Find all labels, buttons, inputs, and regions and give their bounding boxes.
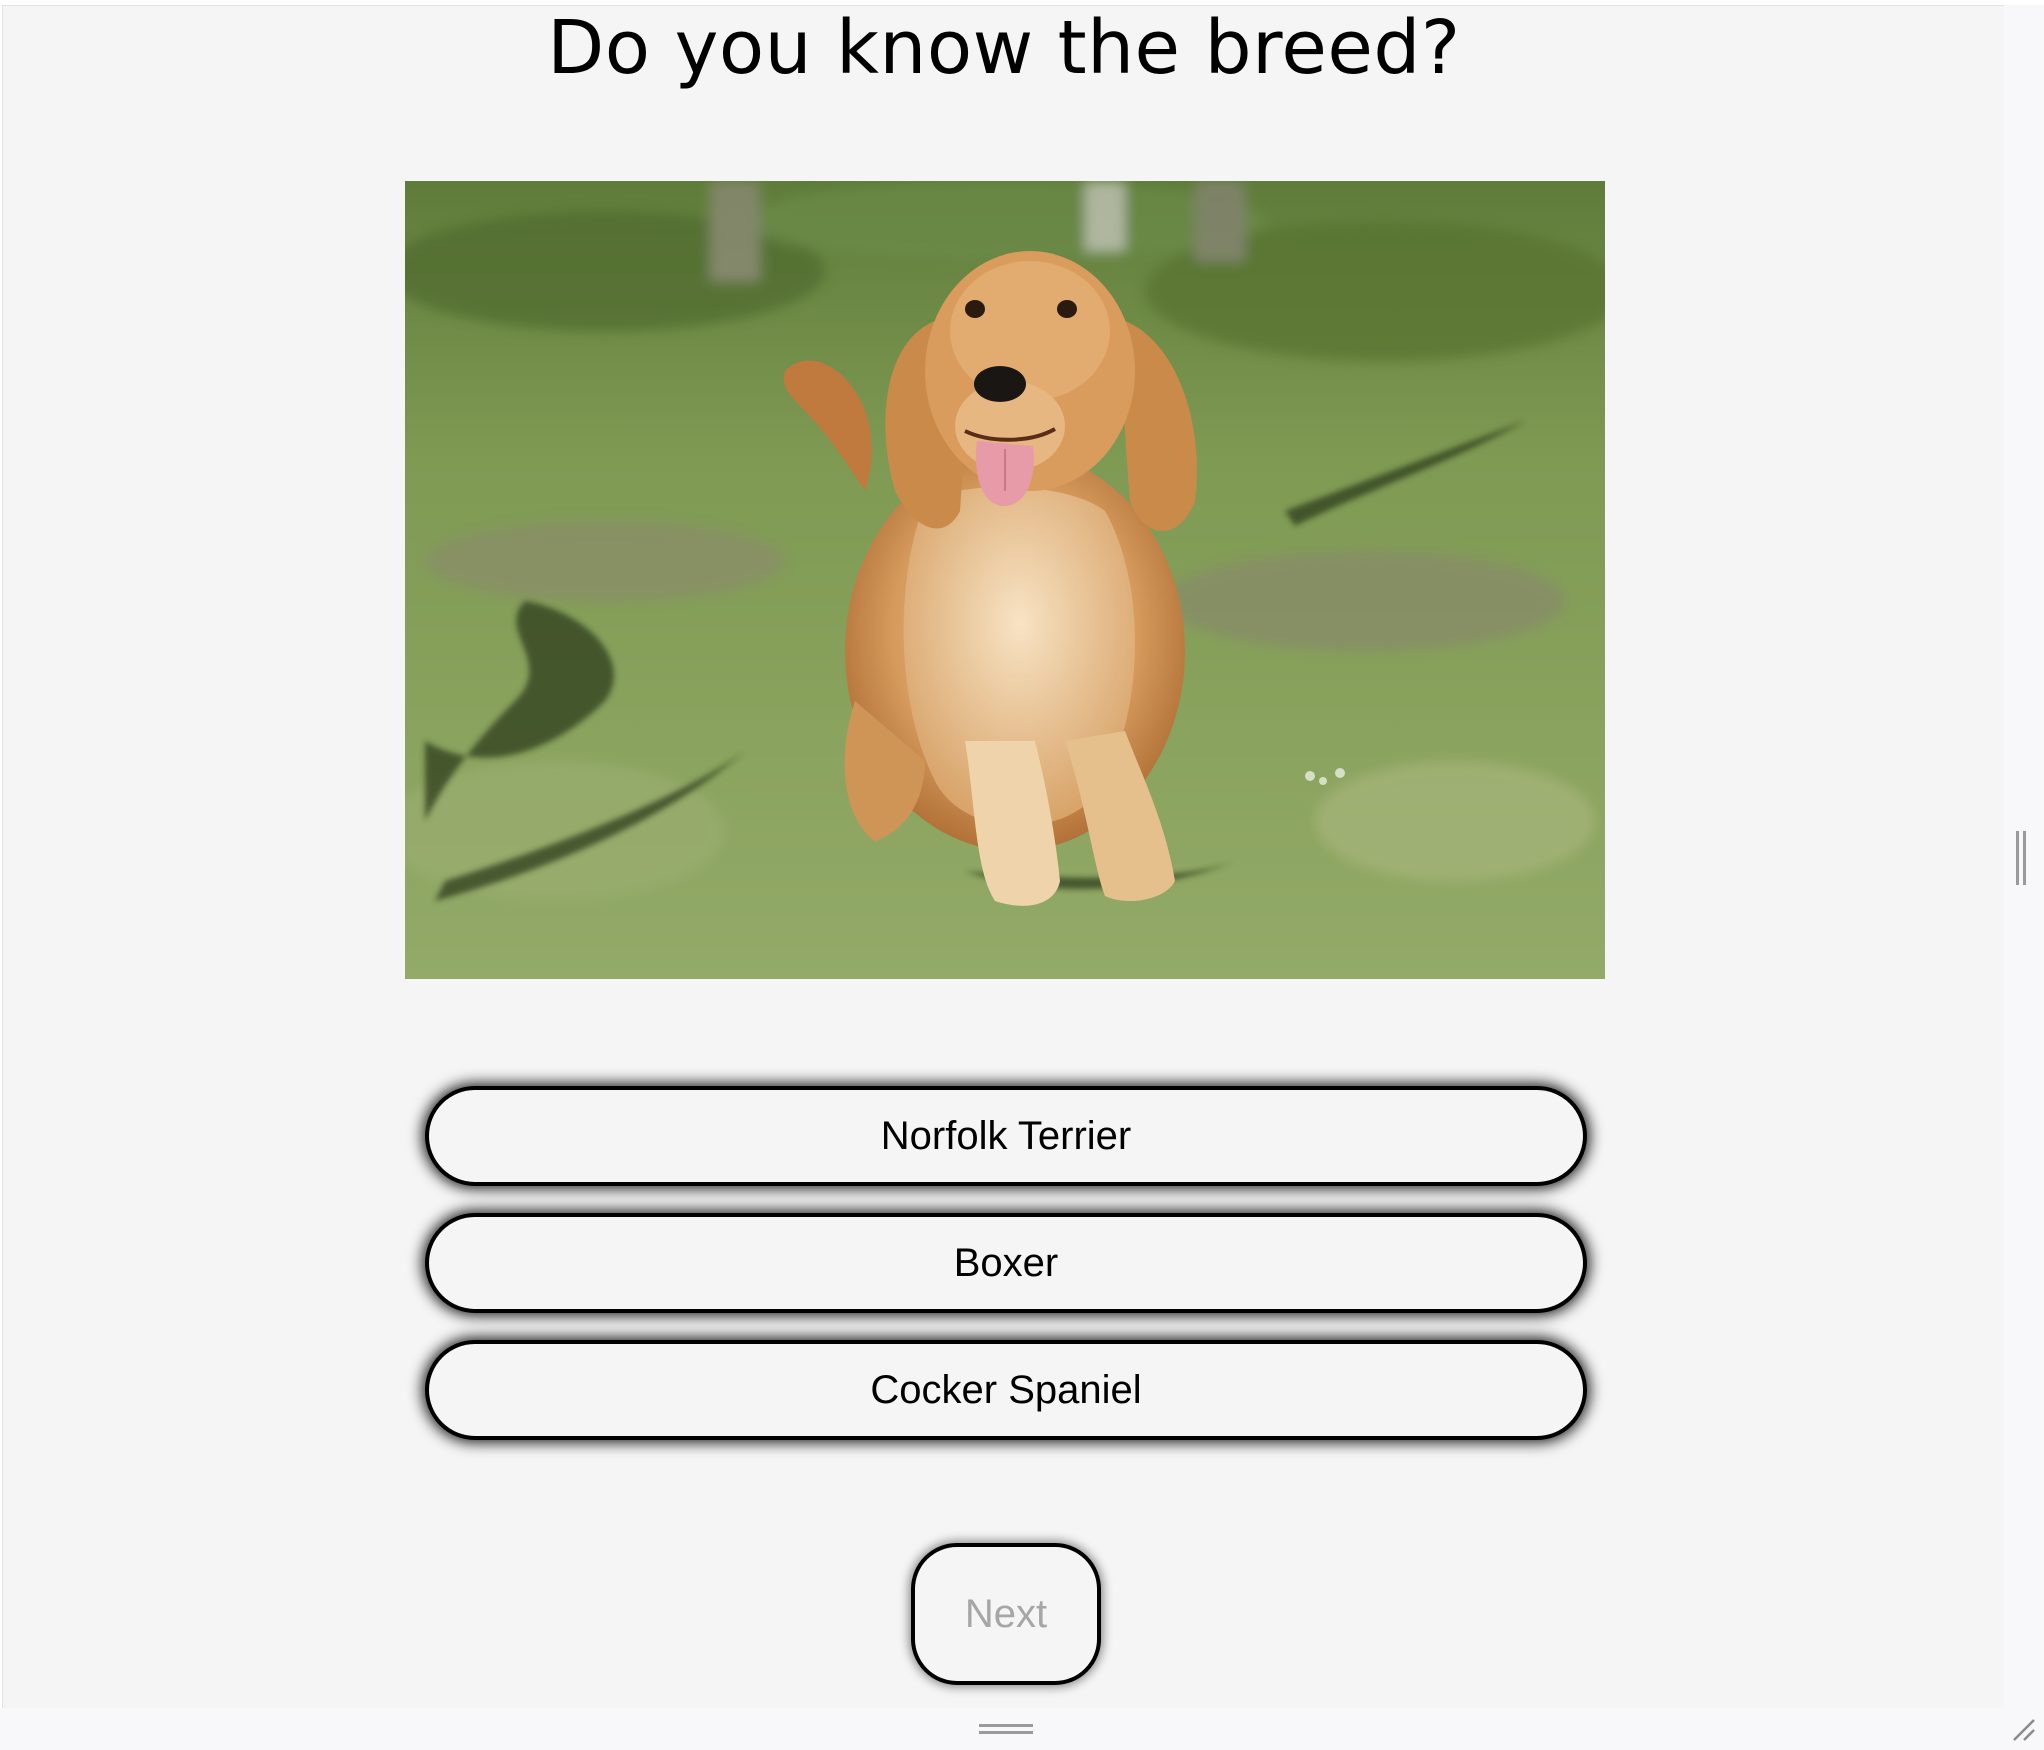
- drag-handle-horizontal-icon[interactable]: [979, 1724, 1033, 1734]
- answer-button-boxer[interactable]: Boxer: [425, 1213, 1587, 1313]
- next-button[interactable]: Next: [911, 1543, 1101, 1685]
- answer-button-norfolk-terrier[interactable]: Norfolk Terrier: [425, 1086, 1587, 1186]
- resize-corner-icon[interactable]: [2010, 1716, 2036, 1742]
- answer-button-cocker-spaniel[interactable]: Cocker Spaniel: [425, 1340, 1587, 1440]
- drag-handle-vertical-icon[interactable]: [2016, 831, 2026, 885]
- page-title: Do you know the breed?: [547, 5, 1461, 91]
- dog-photo: [405, 181, 1605, 979]
- quiz-page: Do you know the breed? Norfolk Terrier B…: [2, 5, 2005, 1709]
- dog-photo-illustration: [405, 181, 1605, 979]
